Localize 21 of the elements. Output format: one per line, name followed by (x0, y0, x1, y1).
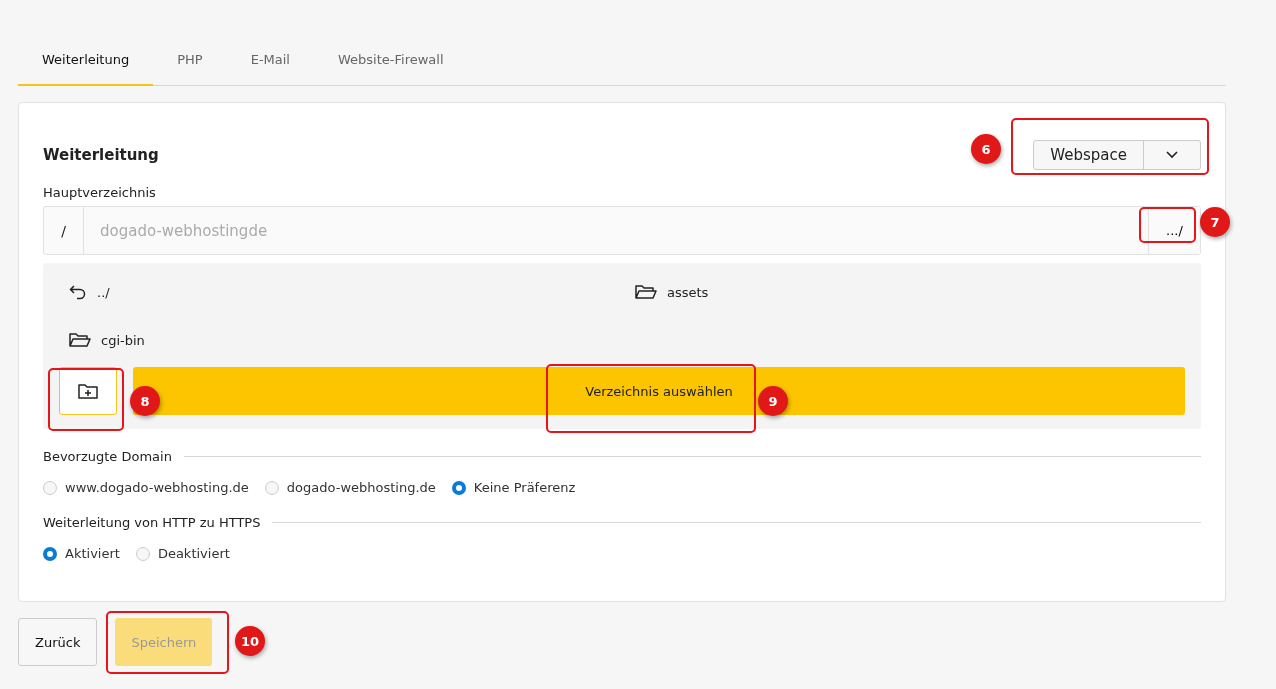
radio-label[interactable]: Deaktiviert (157, 546, 230, 561)
radio-label[interactable]: Aktiviert (65, 546, 120, 561)
tab[interactable]: Weiterleitung (18, 42, 154, 86)
radio-label[interactable]: Keine Präferenz (473, 480, 576, 495)
radio-label[interactable]: www.dogado-webhosting.de (65, 480, 249, 495)
card-title: Weiterleitung (43, 146, 159, 164)
section-heading: Bevorzugte Domain (43, 449, 172, 464)
directory-item[interactable]: cgi-bin (101, 332, 145, 348)
tab[interactable]: Website-Firewall (314, 42, 468, 86)
tab[interactable]: E-Mail (226, 42, 314, 86)
section-heading: Weiterleitung von HTTP zu HTTPS (43, 515, 261, 530)
tab[interactable]: PHP (153, 42, 227, 86)
source-select[interactable]: Webspace (1033, 140, 1201, 170)
directory-item[interactable]: assets (667, 284, 709, 300)
directory-item[interactable]: ../ (97, 284, 110, 300)
browse-button[interactable]: .../ (1148, 207, 1200, 254)
radio-label[interactable]: dogado-webhosting.de (286, 480, 436, 495)
back-button[interactable]: Zurück (18, 618, 98, 666)
field-label: Hauptverzeichnis (43, 185, 157, 200)
path-field[interactable]: / dogado-webhostingde .../ (43, 206, 1201, 255)
step-number-badge: 10 (235, 626, 265, 656)
